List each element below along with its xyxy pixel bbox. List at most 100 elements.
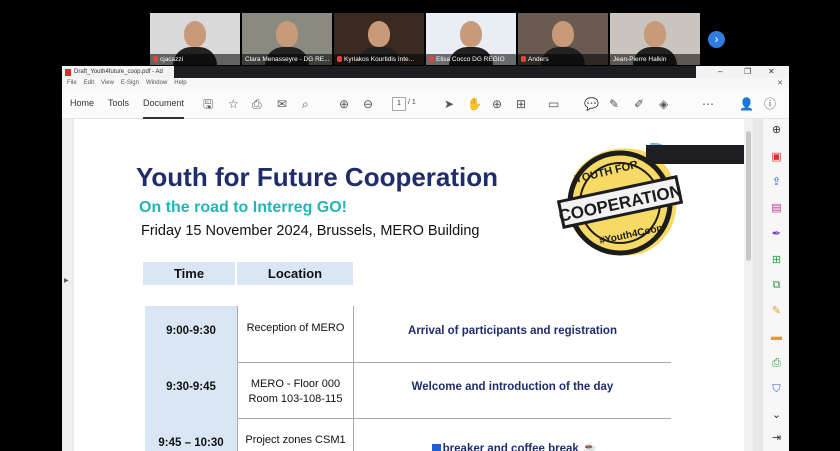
create-pdf-icon[interactable]: ▣ (770, 151, 783, 164)
mic-muted-icon (337, 56, 342, 62)
mic-muted-icon (153, 56, 158, 62)
row-time: 9:30-9:45 (166, 381, 216, 393)
title-bar: Draft_Youth4future_coop.pdf - Ad – ❐ ✕ (62, 66, 789, 78)
participant-tile[interactable]: cjacazzi (150, 13, 240, 65)
cursor-marker-icon (431, 444, 441, 451)
help-icon[interactable]: ⓘ (764, 97, 776, 111)
document-subtitle: On the road to Interreg GO! (139, 199, 348, 216)
page-down-icon[interactable]: ⊖ (363, 97, 373, 111)
row-event-text: breaker and coffee break (442, 443, 579, 451)
row-divider (237, 418, 671, 419)
menu-esign[interactable]: E-Sign (121, 78, 139, 89)
highlight-pen-icon[interactable]: ✎ (609, 97, 619, 111)
row-time: 9:45 – 10:30 (158, 437, 224, 449)
edit-pdf-icon[interactable]: ▤ (770, 202, 783, 215)
participant-tile[interactable]: Anders (518, 13, 608, 65)
participant-tile[interactable]: Elisa Cocco DG REGIO (426, 13, 516, 65)
sticky-note-icon[interactable]: ▬ (770, 331, 783, 344)
save-icon[interactable]: 🖫 (203, 97, 213, 111)
participant-tile[interactable]: Clara Menasseyre - DG RE... (242, 13, 332, 65)
expand-panel-arrow-icon[interactable]: ⇥ (770, 432, 783, 445)
vertical-scrollbar[interactable] (744, 119, 753, 451)
email-icon[interactable]: ✉ (277, 97, 287, 111)
more-options-icon[interactable]: ⋯ (702, 97, 714, 111)
print-production-icon[interactable]: ⎙ (770, 357, 783, 370)
menu-window[interactable]: Window (146, 78, 167, 89)
person-head (644, 21, 666, 47)
row-divider (237, 362, 671, 363)
combine-files-icon[interactable]: ⧉ (770, 279, 783, 292)
select-cursor-icon[interactable]: ➤ (444, 97, 454, 111)
left-panel-toggle[interactable]: ▶ (62, 119, 72, 451)
close-document-icon[interactable]: ✕ (777, 78, 783, 89)
redaction-bar (174, 66, 696, 78)
print-icon[interactable]: ⎙ (252, 97, 262, 111)
row-event: breaker and coffee break ☕ (419, 441, 609, 451)
tab-document[interactable]: Document (143, 89, 185, 119)
fit-page-icon[interactable]: ⊞ (516, 97, 526, 111)
participant-name: Kyriakos Kourtidis Inte... (334, 54, 424, 65)
hand-tool-icon[interactable]: ✋ (467, 97, 482, 111)
pdf-viewer-window: Draft_Youth4future_coop.pdf - Ad – ❐ ✕ F… (62, 66, 789, 451)
comment-tool-icon[interactable]: ✎ (770, 305, 783, 318)
participant-tile[interactable]: Kyriakos Kourtidis Inte... (334, 13, 424, 65)
document-date: Friday 15 November 2024, Brussels, MERO … (141, 223, 480, 239)
person-head (368, 21, 390, 47)
account-icon[interactable]: 👤 (739, 97, 754, 111)
mic-muted-icon (521, 56, 526, 62)
marquee-zoom-icon[interactable]: ▭ (548, 97, 559, 111)
participant-name: Elisa Cocco DG REGIO (426, 54, 516, 65)
row-location: Project zones CSM1 (245, 434, 346, 446)
window-title: Draft_Youth4future_coop.pdf - Ad (74, 69, 163, 75)
row-event: Arrival of participants and registration (408, 325, 617, 337)
scrollbar-thumb[interactable] (746, 131, 751, 261)
screen: cjacazzi Clara Menasseyre - DG RE... Kyr… (0, 0, 840, 451)
tab-tools[interactable]: Tools (108, 89, 129, 119)
menu-edit[interactable]: Edit (84, 78, 94, 89)
zoom-icon[interactable]: ⊕ (770, 124, 783, 137)
participant-strip: cjacazzi Clara Menasseyre - DG RE... Kyr… (150, 13, 702, 65)
menu-help[interactable]: Help (174, 78, 186, 89)
row-event: Welcome and introduction of the day (411, 381, 614, 393)
fill-sign-icon[interactable]: ✒ (770, 228, 783, 241)
participant-tile[interactable]: Jean-Pierre Halkin (610, 13, 700, 65)
tab-home[interactable]: Home (70, 89, 94, 119)
close-icon[interactable]: ✕ (768, 66, 775, 78)
row-location: MERO - Floor 000 Room 103-108-115 (248, 378, 343, 405)
participant-name: Anders (518, 54, 608, 65)
document-title: Youth for Future Cooperation (136, 162, 499, 192)
export-pdf-icon[interactable]: ⇪ (770, 176, 783, 189)
person-head (460, 21, 482, 47)
right-tools-panel: ⊕ ▣ ⇪ ▤ ✒ ⊞ ⧉ ✎ ▬ ⎙ ⛉ ⌄ ⇥ (762, 119, 789, 451)
draw-icon[interactable]: ✐ (634, 97, 644, 111)
protect-icon[interactable]: ⛉ (770, 383, 783, 396)
toolbar: Home Tools Document 🖫 ☆ ⎙ ✉ ⌕ ⊕ ⊖ 1 / 1 … (62, 89, 789, 119)
column-header-time: Time (143, 262, 235, 285)
organize-pages-icon[interactable]: ⊞ (770, 254, 783, 267)
stamp-tool-icon[interactable]: ◈ (659, 97, 668, 111)
participant-name: Jean-Pierre Halkin (610, 54, 700, 65)
participant-name: cjacazzi (150, 54, 240, 65)
zoom-in-icon[interactable]: ⊕ (492, 97, 502, 111)
menu-file[interactable]: File (67, 78, 77, 89)
menu-view[interactable]: View (101, 78, 114, 89)
document-area: ▶ Youth for Future Cooperation On the ro… (62, 119, 762, 451)
star-icon[interactable]: ☆ (228, 97, 239, 111)
page-total: / 1 (408, 99, 416, 106)
coffee-cup-icon: ☕ (582, 443, 597, 451)
chevron-right-icon[interactable]: › (708, 31, 725, 48)
column-header-location: Location (237, 262, 353, 285)
pdf-page: Youth for Future Cooperation On the road… (74, 119, 744, 451)
page-up-icon[interactable]: ⊕ (339, 97, 349, 111)
comment-icon[interactable]: 💬 (584, 97, 599, 111)
menu-bar: File Edit View E-Sign Window Help ✕ (62, 78, 789, 89)
participant-name: Clara Menasseyre - DG RE... (242, 54, 332, 65)
chevron-down-icon[interactable]: ⌄ (770, 409, 783, 422)
restore-icon[interactable]: ❐ (744, 66, 751, 78)
row-time: 9:00-9:30 (166, 325, 216, 337)
minimize-icon[interactable]: – (718, 66, 722, 78)
mic-muted-icon (429, 56, 434, 62)
page-number-input[interactable]: 1 (392, 97, 406, 111)
search-icon[interactable]: ⌕ (302, 97, 309, 111)
expand-panel-icon[interactable]: ▶ (64, 277, 69, 284)
